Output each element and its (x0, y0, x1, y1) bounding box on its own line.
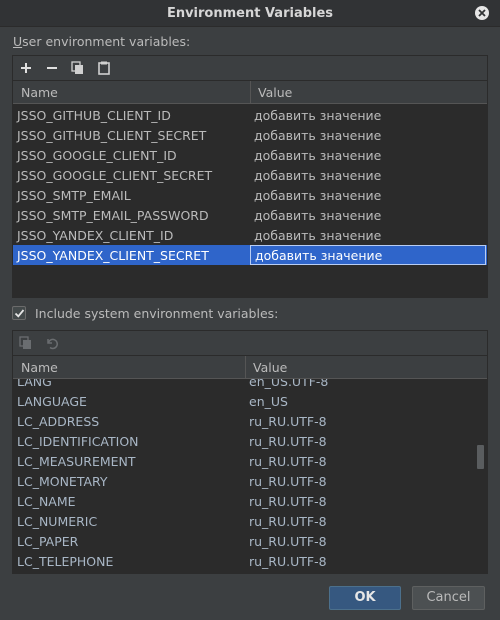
env-name-cell[interactable]: LANGUAGE (17, 394, 87, 409)
system-env-table-header: Name Value (13, 356, 487, 379)
table-row[interactable]: JSSO_GOOGLE_CLIENT_ID добавить значение (13, 145, 487, 165)
env-name-cell[interactable]: LC_NUMERIC (17, 514, 97, 529)
env-value-cell[interactable]: ru_RU.UTF-8 (249, 474, 327, 489)
user-env-label-text: ser environment variables: (22, 34, 191, 49)
env-value-cell[interactable]: добавить значение (254, 148, 381, 163)
table-row[interactable]: JSSO_YANDEX_CLIENT_SECRET добавить значен… (13, 245, 487, 265)
column-header-name[interactable]: Name (21, 85, 58, 100)
revert-icon[interactable] (43, 334, 61, 352)
scrollbar-thumb[interactable] (477, 445, 484, 469)
ok-button[interactable]: OK (329, 586, 401, 610)
table-row[interactable]: JSSO_SMTP_EMAIL добавить значение (13, 185, 487, 205)
env-value-cell[interactable]: добавить значение (254, 168, 381, 183)
table-row[interactable]: JSSO_SMTP_EMAIL_PASSWORD добавить значени… (13, 205, 487, 225)
user-env-table: Name Value JSSO_GITHUB_CLIENT_ID добавить… (13, 81, 487, 297)
table-row[interactable]: LC_ADDRESS ru_RU.UTF-8 (13, 411, 487, 431)
user-env-label: User environment variables: (13, 34, 190, 49)
column-header-value[interactable]: Value (258, 85, 292, 100)
table-row[interactable]: JSSO_YANDEX_CLIENT_ID добавить значение (13, 225, 487, 245)
table-row[interactable]: LC_IDENTIFICATION ru_RU.UTF-8 (13, 431, 487, 451)
env-value-cell[interactable]: добавить значение (250, 245, 486, 265)
system-env-panel: Name Value LANG en_US.UTF-8 LANGUAGE en_US L… (12, 330, 488, 574)
env-name-cell[interactable]: JSSO_GOOGLE_CLIENT_ID (17, 148, 177, 163)
paste-icon[interactable] (95, 59, 113, 77)
dialog-title: Environment Variables (166, 6, 334, 21)
column-header-name[interactable]: Name (21, 360, 58, 375)
table-row[interactable]: LC_MONETARY ru_RU.UTF-8 (13, 471, 487, 491)
table-row[interactable]: LANGUAGE en_US (13, 391, 487, 411)
system-env-table: Name Value LANG en_US.UTF-8 LANGUAGE en_US L… (13, 356, 487, 573)
env-value-cell[interactable]: ru_RU.UTF-8 (249, 494, 327, 509)
user-env-label-mnemonic: U (13, 34, 23, 49)
env-name-cell[interactable]: LC_PAPER (17, 534, 78, 549)
env-value-cell[interactable]: ru_RU.UTF-8 (249, 454, 327, 469)
copy-icon[interactable] (69, 59, 87, 77)
table-row[interactable]: LC_MEASUREMENT ru_RU.UTF-8 (13, 451, 487, 471)
env-value-cell[interactable]: добавить значение (254, 108, 381, 123)
user-env-toolbar (13, 56, 487, 81)
env-value-cell[interactable]: ru_RU.UTF-8 (249, 414, 327, 429)
env-value-cell[interactable]: добавить значение (254, 228, 381, 243)
env-name-cell[interactable]: JSSO_SMTP_EMAIL_PASSWORD (17, 208, 209, 223)
add-icon[interactable] (17, 59, 35, 77)
dialog-title-bar: Environment Variables (0, 0, 500, 27)
env-value-cell[interactable]: добавить значение (254, 188, 381, 203)
env-name-cell[interactable]: JSSO_SMTP_EMAIL (17, 188, 131, 203)
column-header-value[interactable]: Value (253, 360, 287, 375)
env-name-cell[interactable]: JSSO_GOOGLE_CLIENT_SECRET (17, 168, 212, 183)
user-env-table-header: Name Value (13, 81, 487, 104)
env-name-cell[interactable]: LC_IDENTIFICATION (17, 434, 139, 449)
env-name-cell[interactable]: LC_NAME (17, 494, 76, 509)
env-name-cell[interactable]: JSSO_GITHUB_CLIENT_SECRET (17, 128, 206, 143)
table-row[interactable]: LC_TELEPHONE ru_RU.UTF-8 (13, 551, 487, 571)
env-name-cell[interactable]: JSSO_YANDEX_CLIENT_SECRET (17, 248, 209, 263)
include-system-checkbox[interactable] (12, 306, 26, 320)
env-name-cell[interactable]: LC_MONETARY (17, 474, 108, 489)
table-row[interactable]: LC_PAPER ru_RU.UTF-8 (13, 531, 487, 551)
env-name-cell[interactable]: JSSO_GITHUB_CLIENT_ID (17, 108, 171, 123)
env-value-cell[interactable]: ru_RU.UTF-8 (249, 514, 327, 529)
env-value-cell[interactable]: добавить значение (254, 128, 381, 143)
table-row[interactable]: JSSO_GITHUB_CLIENT_SECRET добавить значен… (13, 125, 487, 145)
table-row[interactable]: JSSO_GITHUB_CLIENT_ID добавить значение (13, 105, 487, 125)
table-row[interactable]: LC_NAME ru_RU.UTF-8 (13, 491, 487, 511)
env-value-cell[interactable]: ru_RU.UTF-8 (249, 534, 327, 549)
close-icon[interactable] (474, 5, 490, 21)
include-system-label[interactable]: Include system environment variables: (35, 306, 278, 321)
cancel-button[interactable]: Cancel (412, 586, 485, 610)
copy-icon[interactable] (17, 334, 35, 352)
system-env-toolbar (13, 331, 487, 356)
env-value-cell[interactable]: добавить значение (254, 208, 381, 223)
env-value-cell[interactable]: ru_RU.UTF-8 (249, 434, 327, 449)
env-value-cell[interactable]: en_US (249, 394, 288, 409)
table-row[interactable]: LC_NUMERIC ru_RU.UTF-8 (13, 511, 487, 531)
env-name-cell[interactable]: LC_ADDRESS (17, 414, 99, 429)
remove-icon[interactable] (43, 59, 61, 77)
env-name-cell[interactable]: LC_TELEPHONE (17, 554, 113, 569)
env-name-cell[interactable]: JSSO_YANDEX_CLIENT_ID (17, 228, 173, 243)
user-env-panel: Name Value JSSO_GITHUB_CLIENT_ID добавить… (12, 55, 488, 298)
table-row[interactable]: JSSO_GOOGLE_CLIENT_SECRET добавить значен… (13, 165, 487, 185)
system-env-scrollbar[interactable] (476, 379, 485, 571)
env-value-cell[interactable]: ru_RU.UTF-8 (249, 554, 327, 569)
env-name-cell[interactable]: LC_MEASUREMENT (17, 454, 136, 469)
